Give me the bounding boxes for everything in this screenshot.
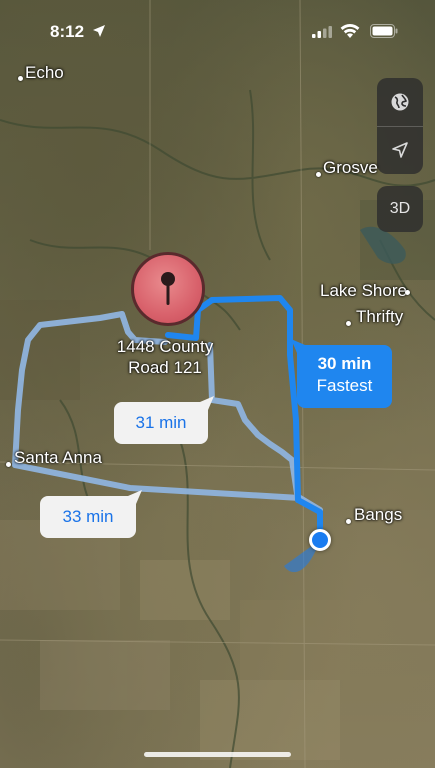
current-location-dot[interactable]	[309, 529, 331, 551]
bubble-tail	[291, 339, 305, 353]
clock: 8:12	[50, 22, 85, 41]
route-time-33: 33 min	[62, 507, 114, 526]
destination-pin[interactable]	[131, 252, 205, 326]
destination-label: 1448 County Road 121	[80, 336, 250, 378]
location-arrow-icon	[392, 142, 408, 158]
battery-icon	[370, 24, 398, 38]
map-mode-button[interactable]	[377, 78, 423, 126]
three-d-label: 3D	[389, 200, 411, 217]
place-dot-grosvenor	[316, 172, 321, 177]
pin-icon	[161, 272, 175, 305]
globe-icon	[391, 93, 409, 111]
place-dot-lake-shore	[405, 290, 410, 295]
place-dot-santa-anna	[6, 462, 11, 467]
route-time-31: 31 min	[135, 413, 187, 432]
cellular-signal-icon	[312, 26, 332, 38]
place-label-thrifty[interactable]: Thrifty	[356, 307, 403, 327]
route-tag-fastest: Fastest	[316, 376, 373, 395]
status-bar: 8:12	[0, 0, 435, 64]
place-label-lake-shore[interactable]: Lake Shore	[320, 281, 407, 301]
destination-label-line2: Road 121	[128, 358, 202, 377]
bubble-tail	[200, 396, 214, 410]
home-indicator[interactable]	[144, 752, 291, 757]
place-dot-thrifty	[346, 321, 351, 326]
place-label-echo[interactable]: Echo	[25, 63, 64, 83]
place-label-bangs[interactable]: Bangs	[354, 505, 402, 525]
bubble-tail	[128, 490, 142, 504]
place-label-grosvenor[interactable]: Grosve	[323, 158, 378, 178]
place-dot-bangs	[346, 519, 351, 524]
tracking-button[interactable]	[377, 126, 423, 174]
wifi-icon	[340, 23, 360, 38]
satellite-map[interactable]: 8:12 3D Echo Grosve Lake Shore Thrifty S…	[0, 0, 435, 768]
route-bubble-31[interactable]: 31 min	[114, 396, 214, 444]
place-dot-echo	[18, 76, 23, 81]
destination-label-line1: 1448 County	[116, 337, 214, 356]
route-time-fastest: 30 min	[317, 354, 372, 373]
three-d-button[interactable]: 3D	[377, 186, 423, 232]
map-controls	[377, 78, 423, 174]
place-label-santa-anna[interactable]: Santa Anna	[14, 448, 102, 468]
location-services-icon	[93, 25, 105, 37]
route-bubble-33[interactable]: 33 min	[40, 490, 142, 538]
route-bubble-fastest[interactable]: 30 min Fastest	[291, 339, 392, 408]
